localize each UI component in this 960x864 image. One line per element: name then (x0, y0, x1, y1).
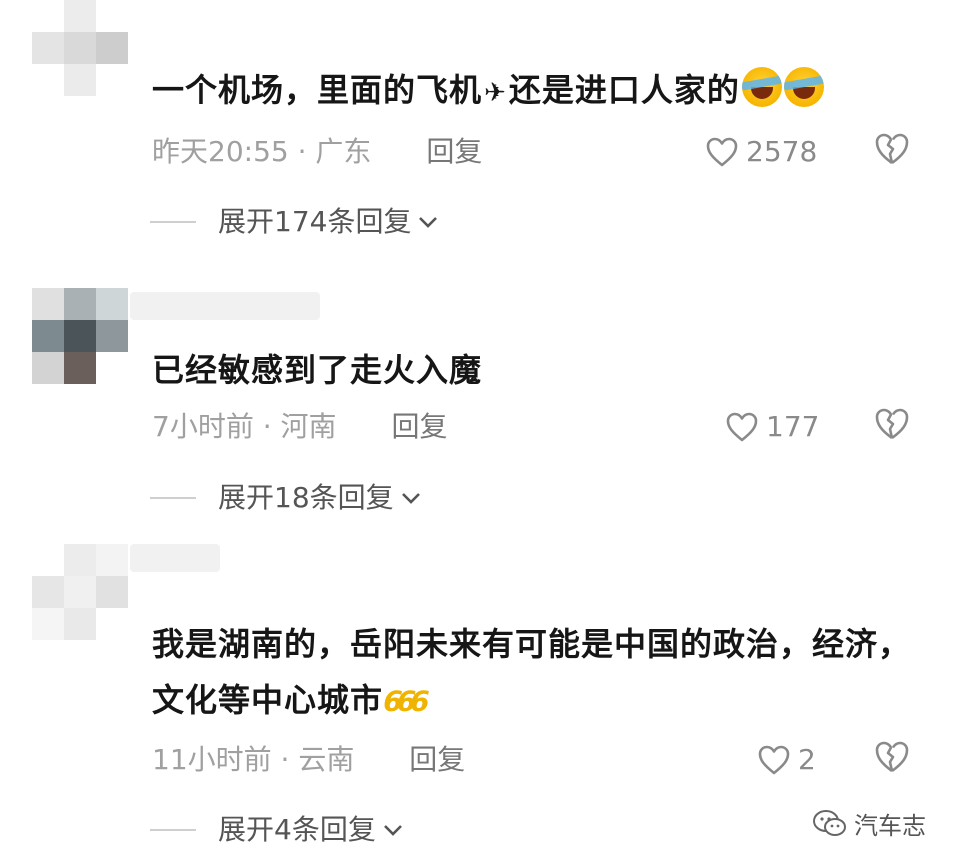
comment-time: 7小时前 (152, 410, 254, 443)
comment-meta: 11小时前 · 云南 回复 (152, 740, 465, 780)
divider (150, 497, 196, 499)
dislike-button[interactable] (874, 407, 914, 447)
divider (150, 829, 196, 831)
expand-label: 展开174条回复 (218, 205, 412, 238)
laughing-crying-emoji-icon (741, 67, 782, 107)
watermark-text: 汽车志 (854, 812, 926, 840)
reply-button[interactable]: 回复 (409, 743, 465, 776)
666-emoji-icon: 666 (379, 685, 428, 718)
expand-replies-button[interactable]: 展开4条回复 (150, 810, 404, 850)
expand-replies-button[interactable]: 展开174条回复 (150, 202, 439, 242)
comment-text: 我是湖南的，岳阳未来有可能是中国的政治，经济，文化等中心城市666 (152, 616, 932, 730)
comment-meta: 7小时前 · 河南 回复 (152, 407, 447, 447)
reply-button[interactable]: 回复 (391, 410, 447, 443)
expand-label: 展开18条回复 (218, 481, 394, 514)
username-blurred (130, 292, 320, 320)
heart-icon (758, 745, 790, 775)
avatar[interactable] (32, 0, 128, 96)
comment-time: 昨天20:55 (152, 135, 289, 168)
heart-icon (706, 137, 738, 167)
comment-location: 广东 (315, 135, 372, 168)
like-count: 2 (798, 743, 816, 776)
like-count: 2578 (746, 135, 818, 168)
chevron-down-icon (419, 217, 438, 228)
broken-heart-icon (875, 408, 909, 440)
expand-label: 展开4条回复 (218, 813, 376, 846)
reply-button[interactable]: 回复 (426, 135, 482, 168)
comment-text: 一个机场，里面的飞机✈还是进口人家的 (152, 62, 932, 121)
comment-text: 已经敏感到了走火入魔 (152, 351, 483, 389)
like-button[interactable]: 2 (758, 740, 816, 780)
divider (150, 221, 196, 223)
like-button[interactable]: 2578 (706, 132, 817, 172)
broken-heart-icon (875, 741, 909, 773)
separator: · (297, 135, 307, 168)
separator: · (280, 743, 290, 776)
like-count: 177 (766, 410, 820, 443)
watermark: 汽车志 (812, 806, 926, 841)
expand-replies-button[interactable]: 展开18条回复 (150, 478, 422, 518)
broken-heart-icon (875, 133, 909, 165)
comment-location: 河南 (280, 410, 337, 443)
dislike-button[interactable] (874, 132, 914, 172)
chevron-down-icon (383, 825, 402, 836)
comment-location: 云南 (298, 743, 355, 776)
chevron-down-icon (401, 493, 420, 504)
laughing-crying-emoji-icon (783, 67, 824, 107)
airplane-emoji-icon: ✈ (484, 78, 507, 108)
avatar[interactable] (32, 288, 128, 384)
like-button[interactable]: 177 (726, 407, 819, 447)
dislike-button[interactable] (874, 740, 914, 780)
comment-meta: 昨天20:55 · 广东 回复 (152, 132, 482, 172)
separator: · (262, 410, 272, 443)
comment-time: 11小时前 (152, 743, 272, 776)
wechat-icon (813, 809, 846, 836)
heart-icon (726, 412, 758, 442)
avatar[interactable] (32, 544, 128, 640)
username-blurred (130, 544, 220, 572)
